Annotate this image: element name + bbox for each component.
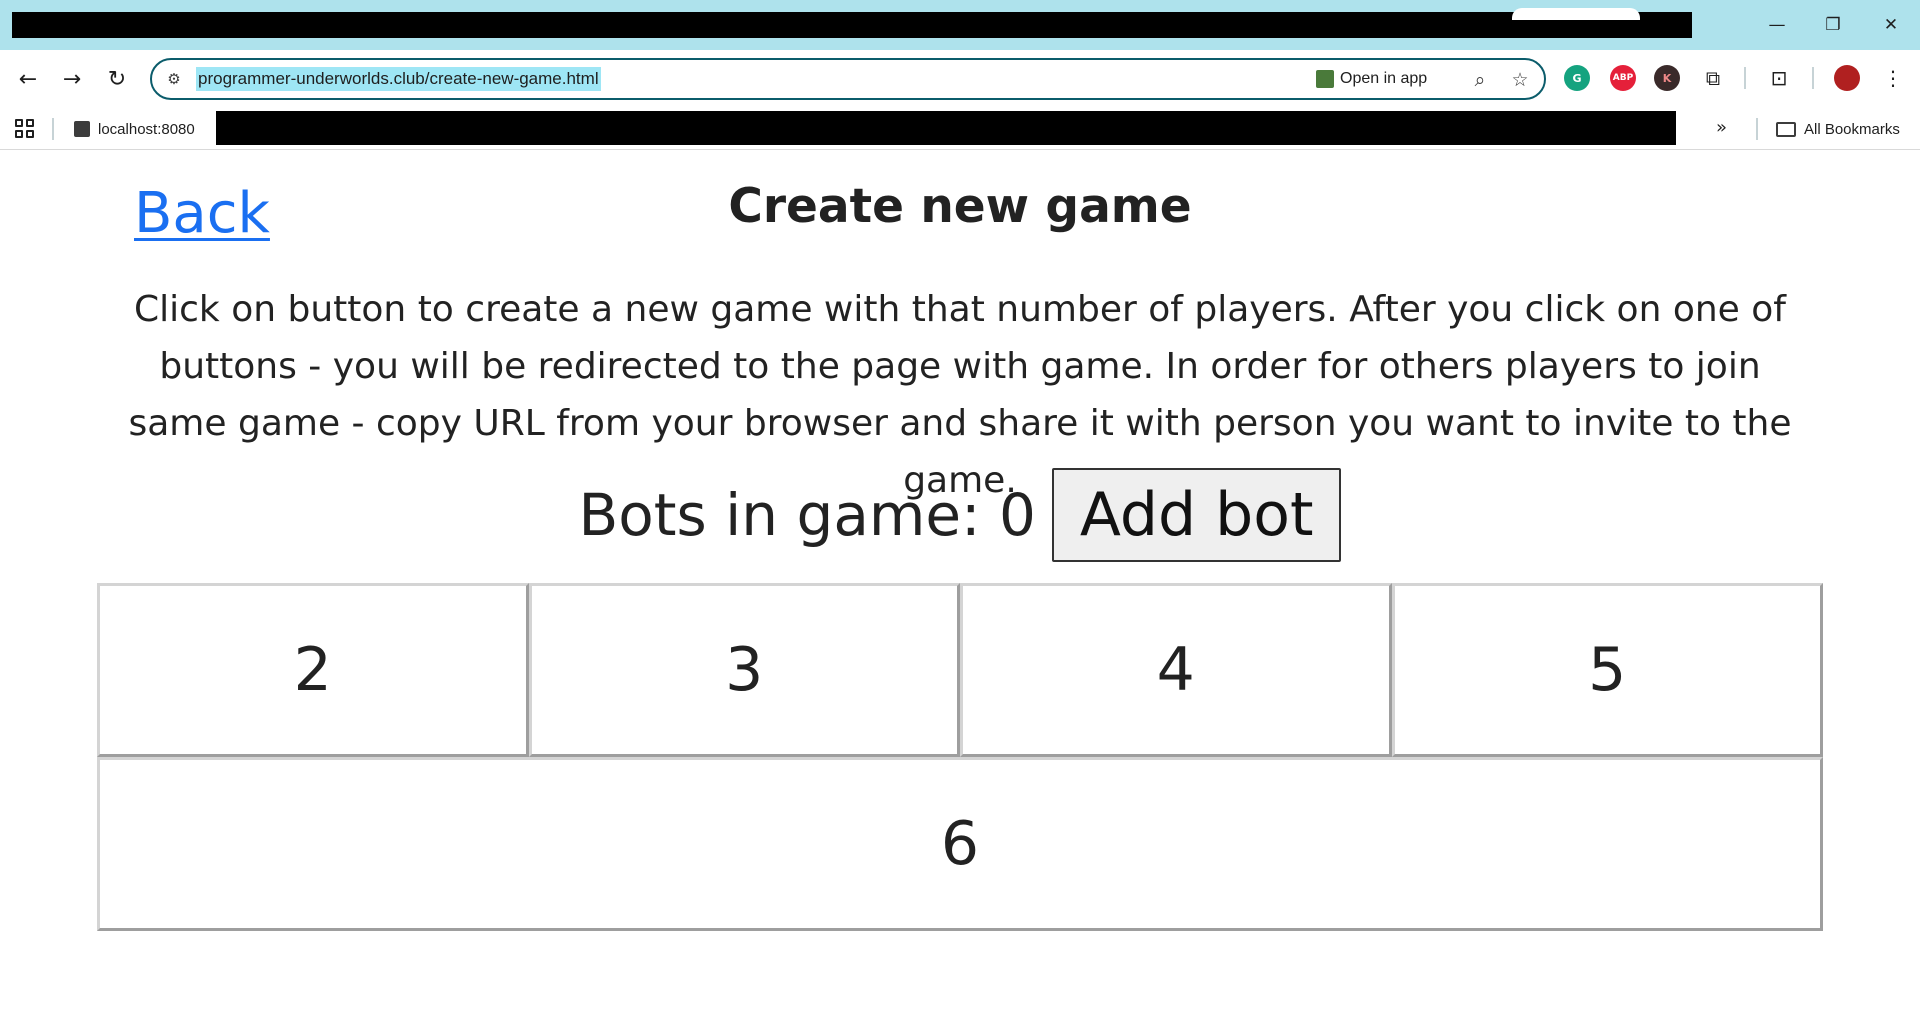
bookmark-localhost[interactable]: localhost:8080 — [74, 118, 195, 140]
toolbar-separator — [1744, 67, 1746, 89]
page-content: Back Create new game Click on button to … — [0, 151, 1920, 1030]
bookmark-star-icon[interactable]: ☆ — [1506, 66, 1534, 94]
zoom-icon[interactable]: ⌕ — [1466, 66, 1494, 94]
url-text[interactable]: programmer-underworlds.club/create-new-g… — [196, 67, 601, 91]
tab-search-icon[interactable]: ⊡ — [1764, 63, 1794, 93]
restore-button[interactable]: ❐ — [1808, 10, 1858, 40]
bots-count-label: Bots in game: 0 — [578, 481, 1036, 549]
browser-menu-icon[interactable]: ⋮ — [1878, 63, 1908, 93]
bots-row: Bots in game: 0 Add bot — [0, 468, 1920, 562]
redacted-bookmarks — [216, 111, 1676, 145]
extensions-puzzle-icon[interactable]: ⧉ — [1698, 63, 1728, 93]
active-tab[interactable] — [1512, 8, 1640, 20]
player-count-row: 6 — [97, 757, 1823, 931]
grammarly-extension-icon[interactable]: G — [1564, 65, 1590, 91]
site-info-icon[interactable]: ⚙ — [162, 67, 186, 91]
all-bookmarks-label: All Bookmarks — [1804, 120, 1900, 138]
add-bot-button[interactable]: Add bot — [1051, 468, 1342, 562]
open-in-app-button[interactable]: Open in app — [1316, 66, 1427, 92]
close-window-button[interactable]: ✕ — [1866, 10, 1916, 40]
forward-nav-button[interactable]: → — [54, 61, 90, 97]
bookmarks-separator — [52, 118, 54, 140]
localhost-favicon-icon — [74, 121, 90, 137]
adblock-extension-icon[interactable]: ABP — [1610, 65, 1636, 91]
app-icon — [1316, 70, 1334, 88]
folder-icon — [1776, 121, 1796, 137]
bookmark-localhost-label: localhost:8080 — [98, 120, 195, 138]
k-extension-icon[interactable]: K — [1654, 65, 1680, 91]
player-count-row: 2 3 4 5 — [97, 583, 1823, 757]
players-4-button[interactable]: 4 — [960, 583, 1392, 757]
browser-toolbar: ← → ↻ ⚙ programmer-underworlds.club/crea… — [0, 50, 1920, 108]
toolbar-separator — [1812, 67, 1814, 89]
back-nav-button[interactable]: ← — [10, 61, 46, 97]
page-title: Create new game — [728, 179, 1192, 234]
window-titlebar: — ❐ ✕ — [0, 0, 1920, 50]
apps-grid-icon[interactable] — [12, 116, 36, 140]
open-in-app-label: Open in app — [1340, 70, 1428, 87]
bookmarks-separator — [1756, 118, 1758, 140]
redacted-tab-strip — [12, 12, 1692, 38]
players-5-button[interactable]: 5 — [1391, 583, 1823, 757]
players-2-button[interactable]: 2 — [97, 583, 529, 757]
minimize-button[interactable]: — — [1752, 10, 1802, 40]
all-bookmarks-button[interactable]: All Bookmarks — [1776, 118, 1900, 140]
reload-button[interactable]: ↻ — [99, 61, 135, 97]
profile-avatar[interactable] — [1834, 65, 1860, 91]
bookmarks-bar: localhost:8080 » All Bookmarks — [0, 108, 1920, 150]
player-count-grid: 2 3 4 5 6 — [97, 583, 1823, 931]
players-3-button[interactable]: 3 — [528, 583, 960, 757]
players-6-button[interactable]: 6 — [97, 757, 1823, 931]
address-bar[interactable]: ⚙ programmer-underworlds.club/create-new… — [150, 58, 1546, 100]
more-bookmarks-icon[interactable]: » — [1716, 117, 1727, 138]
